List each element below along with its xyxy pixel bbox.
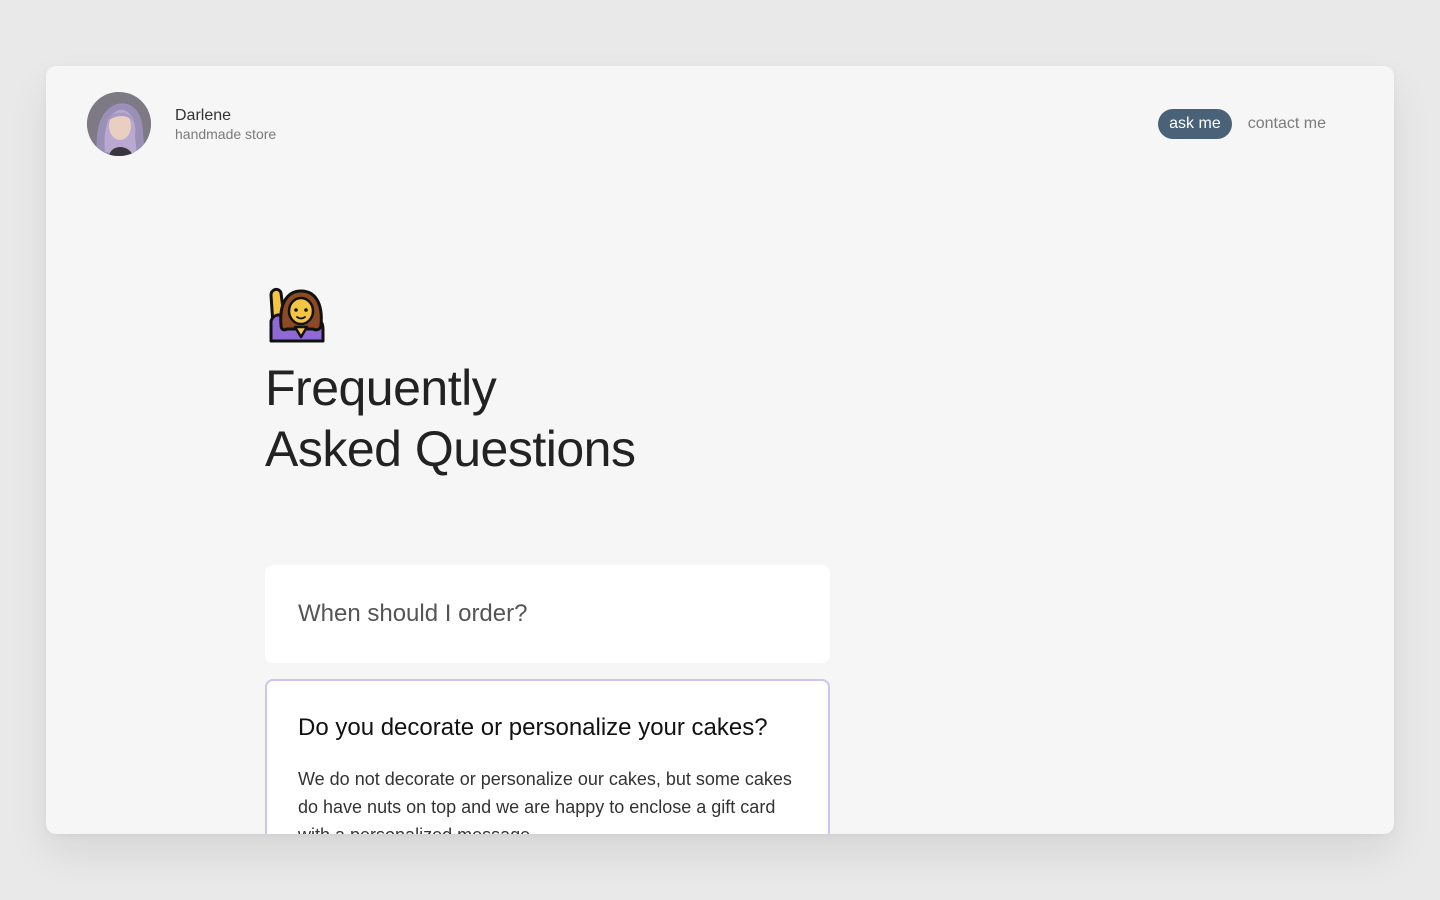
faq-list: When should I order? Do you decorate or …: [265, 565, 830, 834]
person-raising-hand-icon: [269, 287, 325, 343]
brand-subtitle: handmade store: [175, 125, 277, 142]
faq-question: When should I order?: [298, 600, 528, 627]
hero: Frequently Asked Questions: [265, 281, 636, 480]
ask-me-link[interactable]: ask me: [1158, 109, 1232, 139]
faq-item-decorate[interactable]: Do you decorate or personalize your cake…: [265, 679, 830, 834]
page-title-line-1: Frequently: [265, 360, 497, 416]
faq-item-when-order[interactable]: When should I order?: [265, 565, 830, 663]
app-window: Darlene handmade store ask me contact me…: [46, 66, 1394, 834]
header: Darlene handmade store ask me contact me: [87, 92, 1326, 156]
faq-answer: We do not decorate or personalize our ca…: [298, 769, 792, 834]
page-title-line-2: Asked Questions: [265, 421, 636, 477]
contact-me-link[interactable]: contact me: [1248, 115, 1326, 133]
avatar: [87, 92, 151, 156]
avatar-photo: [87, 92, 151, 156]
brand-name: Darlene: [175, 106, 232, 124]
top-nav: ask me contact me: [1158, 109, 1326, 139]
page-title: Frequently Asked Questions: [265, 358, 636, 480]
brand[interactable]: Darlene handmade store: [87, 92, 276, 156]
faq-question: Do you decorate or personalize your cake…: [298, 714, 768, 741]
